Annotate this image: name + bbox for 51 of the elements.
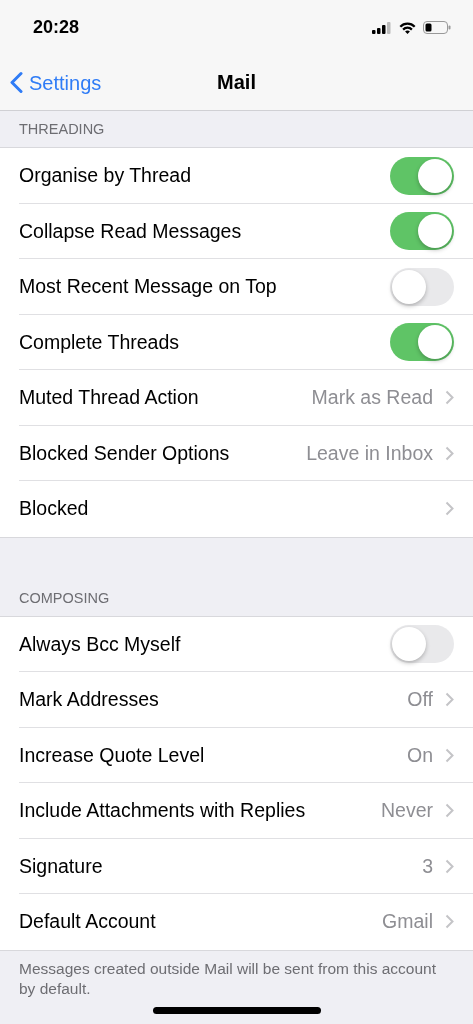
chevron-icon	[445, 747, 454, 763]
row-label: Collapse Read Messages	[19, 219, 243, 243]
chevron-icon	[445, 914, 454, 930]
row-value: Leave in Inbox	[306, 441, 433, 465]
row-label: Blocked	[19, 497, 90, 521]
section-header: COMPOSING	[0, 579, 473, 617]
chevron-icon	[445, 692, 454, 708]
row-value: Gmail	[382, 910, 433, 934]
toggle-switch[interactable]	[390, 212, 454, 251]
toggle-switch[interactable]	[390, 267, 454, 306]
settings-row[interactable]: Increase Quote Level On	[0, 727, 473, 783]
settings-row[interactable]: Blocked Sender Options Leave in Inbox	[0, 425, 473, 481]
back-button[interactable]: Settings	[10, 71, 102, 94]
battery-icon	[423, 21, 451, 34]
chevron-icon	[445, 858, 454, 874]
nav-title: Mail	[217, 71, 256, 94]
back-label[interactable]: Settings	[29, 71, 102, 94]
signal-icon	[372, 21, 392, 34]
back-chevron-icon	[10, 71, 23, 94]
settings-row[interactable]: Mark Addresses Off	[0, 672, 473, 728]
wifi-icon	[399, 21, 416, 34]
toggle-switch[interactable]	[390, 625, 454, 664]
row-value: Off	[407, 688, 433, 712]
chevron-icon	[445, 803, 454, 819]
row-value: Mark as Read	[311, 386, 433, 410]
row-label: Include Attachments with Replies	[19, 799, 307, 823]
chevron-icon	[445, 501, 454, 517]
chevron-icon	[445, 390, 454, 406]
row-value: Never	[380, 799, 433, 823]
row-label: Blocked Sender Options	[19, 441, 231, 465]
row-value: 3	[422, 854, 433, 878]
row-label: Most Recent Message on Top	[19, 275, 278, 299]
toggle-switch[interactable]	[390, 156, 454, 195]
settings-row[interactable]: Default Account Gmail	[0, 894, 473, 950]
settings-row[interactable]: Include Attachments with Replies Never	[0, 783, 473, 839]
row-label: Mark Addresses	[19, 688, 160, 712]
settings-row[interactable]: Muted Thread Action Mark as Read	[0, 370, 473, 426]
settings-row[interactable]: Signature 3	[0, 838, 473, 894]
row-label: Complete Threads	[19, 330, 181, 354]
row-label: Always Bcc Myself	[19, 632, 182, 656]
toggle-switch[interactable]	[390, 323, 454, 362]
row-label: Organise by Thread	[19, 164, 192, 188]
row-label: Default Account	[19, 910, 157, 934]
status-time: 20:28	[33, 17, 80, 38]
row-label: Signature	[19, 854, 104, 878]
section-footer: Messages created outside Mail will be sent from this account by default.	[19, 958, 454, 999]
row-value: On	[407, 743, 433, 767]
row-label: Increase Quote Level	[19, 743, 206, 767]
chevron-icon	[445, 445, 454, 461]
row-label: Muted Thread Action	[19, 386, 200, 410]
settings-row[interactable]: Blocked	[0, 481, 473, 537]
